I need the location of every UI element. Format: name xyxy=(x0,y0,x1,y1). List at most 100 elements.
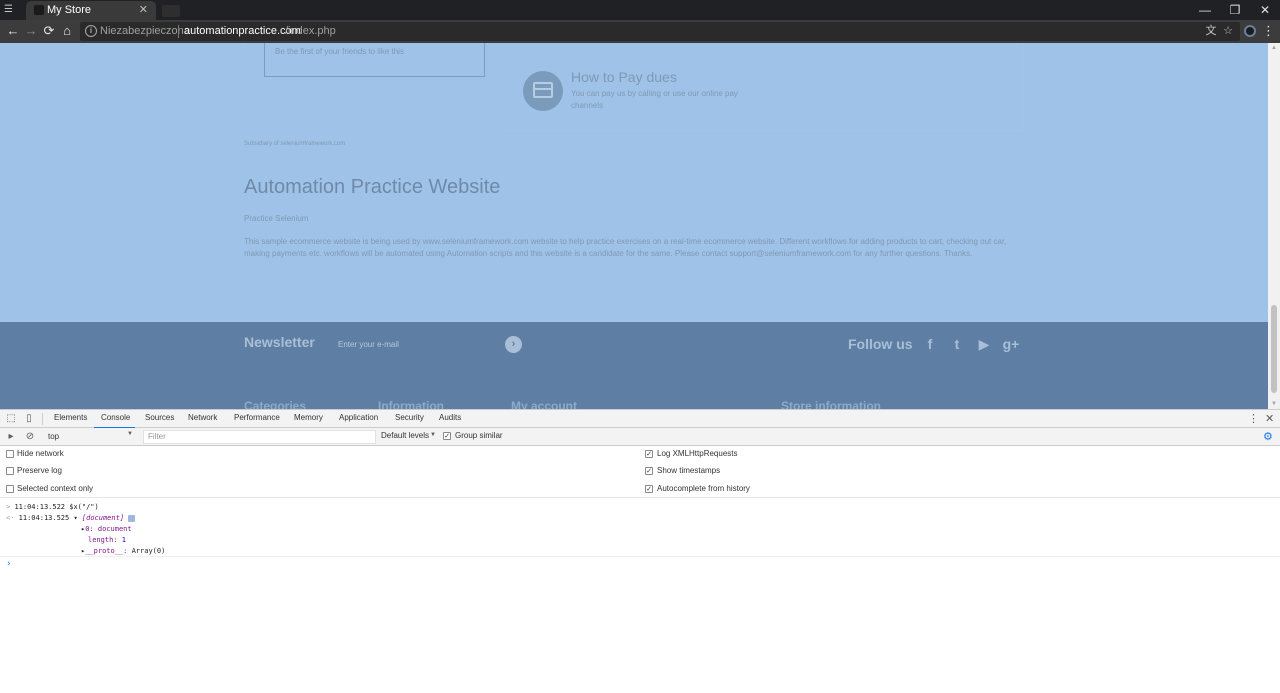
bookmark-star-icon[interactable]: ☆ xyxy=(1221,24,1235,38)
page-scrollbar[interactable]: ▲ ▼ xyxy=(1268,43,1280,409)
console-item-0[interactable]: ▸0: document xyxy=(81,525,132,533)
credit-card-stripe xyxy=(535,88,551,90)
item0-key: 0: xyxy=(85,525,94,533)
output-head[interactable]: [document] xyxy=(82,514,124,522)
info-icon[interactable]: i xyxy=(85,25,97,37)
console-proto[interactable]: ▸__proto__: Array(0) xyxy=(81,547,165,555)
show-timestamps-label: Show timestamps xyxy=(657,466,721,475)
newsletter-submit-icon[interactable]: › xyxy=(505,336,522,353)
tab-elements[interactable]: Elements xyxy=(54,413,87,422)
google-plus-icon[interactable]: g+ xyxy=(1001,335,1021,353)
autocomplete-history-checkbox[interactable]: ✓ xyxy=(645,485,653,493)
credit-card-icon xyxy=(533,82,553,98)
reload-icon[interactable]: ⟳ xyxy=(40,22,58,40)
site-subtitle: Practice Selenium xyxy=(244,214,309,223)
show-sidebar-icon[interactable]: ▸ xyxy=(5,431,17,443)
tab-separator xyxy=(42,413,43,425)
console-output[interactable]: > 11:04:13.522 $x("/") <· 11:04:13.525 ▾… xyxy=(0,499,1280,693)
twitter-icon[interactable]: t xyxy=(949,335,965,353)
back-arrow-icon[interactable]: ← xyxy=(4,22,22,40)
scroll-up-icon[interactable]: ▲ xyxy=(1268,43,1280,53)
subsidiary-text: Subsidiary of seleniumframework.com xyxy=(244,141,346,147)
devtools-menu-icon[interactable]: ⋮ xyxy=(1248,412,1259,425)
console-filter-input[interactable]: Filter xyxy=(143,430,376,444)
chrome-tab-menu-icon[interactable]: ☰ xyxy=(4,4,18,16)
minimize-button[interactable]: — xyxy=(1190,1,1220,19)
tab-sources[interactable]: Sources xyxy=(145,413,174,422)
console-filter-bar: ▸ ⊘ top ▼ Filter Default levels ▼ ✓ Grou… xyxy=(0,428,1280,446)
preserve-log-label: Preserve log xyxy=(17,466,62,475)
tab-memory[interactable]: Memory xyxy=(294,413,323,422)
hide-network-checkbox[interactable] xyxy=(6,450,14,458)
log-xhr-checkbox[interactable]: ✓ xyxy=(645,450,653,458)
expand-triangle-icon[interactable]: ▾ xyxy=(73,514,77,522)
context-caret-icon[interactable]: ▼ xyxy=(127,431,133,437)
content-frame-border xyxy=(244,43,245,131)
tab-title: My Store xyxy=(47,4,92,16)
browser-toolbar: ← → ⟳ ⌂ i Niezabezpieczona automationpra… xyxy=(0,20,1280,43)
url-separator xyxy=(178,25,179,38)
output-chevron-icon: <· xyxy=(6,514,15,522)
tab-console[interactable]: Console xyxy=(101,413,130,422)
levels-caret-icon[interactable]: ▼ xyxy=(430,432,436,438)
length-value: 1 xyxy=(121,536,126,544)
item0-value: document xyxy=(97,525,132,533)
autocomplete-history-label: Autocomplete from history xyxy=(657,484,750,493)
input-chevron-icon: > xyxy=(6,503,11,511)
log-levels-dropdown[interactable]: Default levels xyxy=(381,431,429,440)
follow-us-label: Follow us xyxy=(848,336,913,352)
translate-icon[interactable]: 文 xyxy=(1204,24,1218,38)
security-label: Niezabezpieczona xyxy=(100,25,190,37)
console-result-line: <· 11:04:13.525 ▾ [document] xyxy=(6,514,136,522)
tab-close-icon[interactable]: ✕ xyxy=(139,3,148,16)
newsletter-title: Newsletter xyxy=(244,334,315,350)
input-command: $x("/") xyxy=(69,503,99,511)
home-icon[interactable]: ⌂ xyxy=(58,22,76,40)
forward-arrow-icon[interactable]: → xyxy=(22,22,40,40)
device-toolbar-icon[interactable]: ▯ xyxy=(23,413,35,425)
footer-store-information[interactable]: Store information xyxy=(781,399,881,409)
proto-key: __proto__: xyxy=(85,547,128,555)
console-settings-gear-icon[interactable]: ⚙ xyxy=(1263,430,1273,443)
scroll-down-icon[interactable]: ▼ xyxy=(1268,399,1280,409)
console-settings-pane: Hide network Preserve log Selected conte… xyxy=(0,446,1280,498)
tab-performance[interactable]: Performance xyxy=(234,413,280,422)
inspect-element-icon[interactable]: ⬚ xyxy=(5,413,17,425)
context-selector[interactable]: top xyxy=(42,430,138,444)
group-similar-checkbox[interactable]: ✓ xyxy=(443,432,451,440)
pay-info-panel xyxy=(502,43,1024,131)
preserve-log-checkbox[interactable] xyxy=(6,467,14,475)
newsletter-email-input[interactable]: Enter your e-mail xyxy=(338,340,399,349)
site-title: Automation Practice Website xyxy=(244,176,501,198)
tab-audits[interactable]: Audits xyxy=(439,413,461,422)
site-footer: Newsletter Enter your e-mail › Follow us… xyxy=(0,322,1268,409)
console-prompt-icon[interactable]: › xyxy=(6,559,11,569)
clear-console-icon[interactable]: ⊘ xyxy=(24,431,36,443)
proto-value: Array(0) xyxy=(131,547,166,555)
output-timestamp: 11:04:13.525 xyxy=(18,514,70,522)
pay-dues-description: You can pay us by calling or use our onl… xyxy=(571,89,738,110)
facebook-icon[interactable]: f xyxy=(924,335,936,353)
tab-my-store[interactable]: My Store ✕ xyxy=(26,1,156,20)
footer-information[interactable]: Information xyxy=(378,399,444,409)
youtube-icon[interactable]: ▶ xyxy=(976,335,992,353)
address-bar[interactable]: i Niezabezpieczona automationpractice.co… xyxy=(80,22,1240,41)
profile-icon[interactable] xyxy=(1244,25,1256,37)
close-window-button[interactable]: ✕ xyxy=(1250,1,1280,19)
footer-categories[interactable]: Categories xyxy=(244,399,306,409)
site-description: This sample ecommerce website is being u… xyxy=(244,237,1007,258)
devtools-close-icon[interactable]: ✕ xyxy=(1265,412,1274,425)
show-timestamps-checkbox[interactable]: ✓ xyxy=(645,467,653,475)
scrollbar-thumb[interactable] xyxy=(1271,305,1277,393)
new-tab-button[interactable] xyxy=(162,5,180,17)
restore-button[interactable]: ❐ xyxy=(1220,1,1250,19)
hide-network-label: Hide network xyxy=(17,449,64,458)
tab-application[interactable]: Application xyxy=(339,413,378,422)
tab-network[interactable]: Network xyxy=(188,413,217,422)
browser-menu-icon[interactable]: ⋮ xyxy=(1262,22,1275,40)
selected-context-checkbox[interactable] xyxy=(6,485,14,493)
length-key: length: xyxy=(88,536,118,544)
tab-security[interactable]: Security xyxy=(395,413,424,422)
footer-my-account[interactable]: My account xyxy=(511,399,577,409)
url-host: automationpractice.com xyxy=(184,25,301,37)
